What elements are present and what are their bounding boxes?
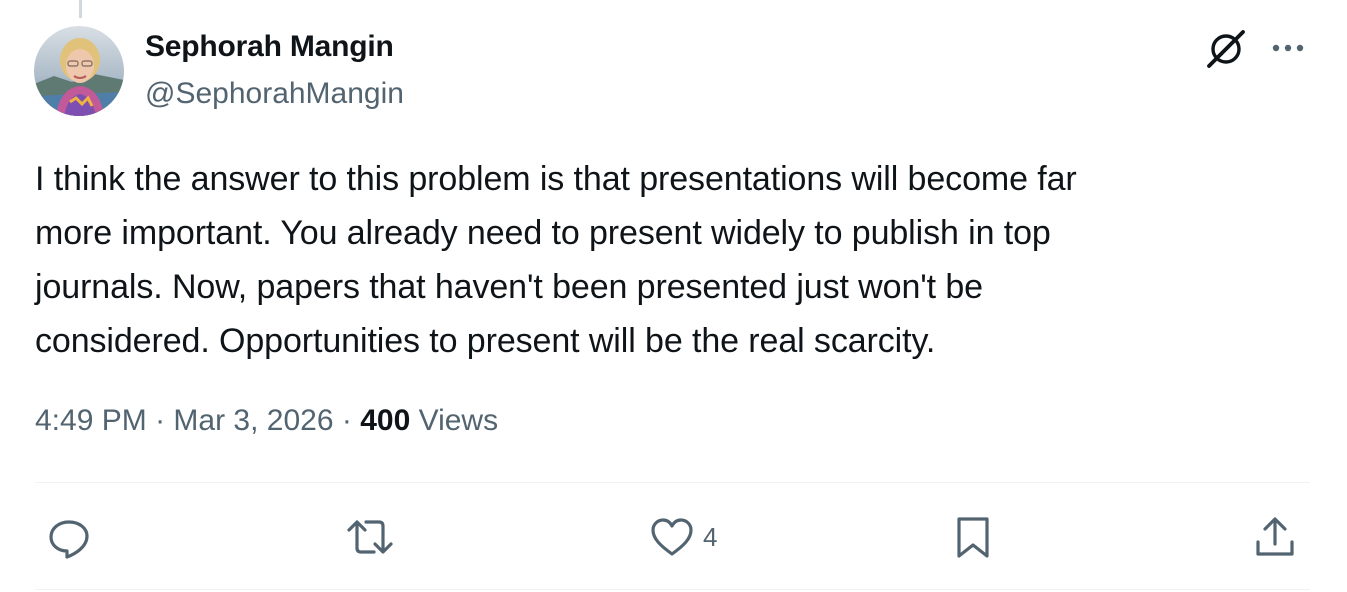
tweet-text-line: I think the answer to this problem is th… [35, 160, 1077, 198]
reply-button[interactable] [46, 512, 92, 562]
views-label[interactable]: Views [419, 404, 498, 437]
divider [35, 482, 1310, 483]
bookmark-icon [957, 517, 989, 558]
more-dots-icon[interactable] [1268, 30, 1308, 66]
grok-slash-circle-icon[interactable] [1203, 26, 1249, 72]
avatar-photo [34, 26, 124, 116]
tweet-text-line: considered. Opportunities to present wil… [35, 322, 936, 360]
upload-share-icon [1256, 517, 1294, 556]
tweet-text: I think the answer to this problem is th… [35, 152, 1275, 368]
tweet-text-line: more important. You already need to pres… [35, 214, 1051, 252]
author-handle[interactable]: @SephorahMangin [145, 77, 404, 111]
retweet-arrows-icon [347, 520, 393, 554]
divider [35, 589, 1310, 590]
meta-separator: · [341, 404, 352, 437]
retweet-button[interactable] [344, 512, 396, 562]
like-count: 4 [703, 521, 718, 552]
tweet-date[interactable]: Mar 3, 2026 [173, 404, 333, 437]
avatar[interactable] [34, 26, 124, 116]
bookmark-button[interactable] [952, 512, 994, 562]
meta-separator: · [155, 404, 166, 437]
author-name[interactable]: Sephorah Mangin [145, 30, 394, 64]
tweet-meta: 4:49 PM · Mar 3, 2026 · 400 Views [35, 404, 498, 438]
views-count[interactable]: 400 [360, 404, 410, 437]
share-button[interactable] [1253, 512, 1297, 562]
thread-connector-line [79, 0, 82, 18]
speech-bubble-icon [49, 520, 89, 559]
heart-icon [651, 518, 693, 556]
tweet-time[interactable]: 4:49 PM [35, 404, 147, 437]
tweet-text-line: journals. Now, papers that haven't been … [35, 268, 983, 306]
like-button[interactable]: 4 [649, 512, 717, 562]
